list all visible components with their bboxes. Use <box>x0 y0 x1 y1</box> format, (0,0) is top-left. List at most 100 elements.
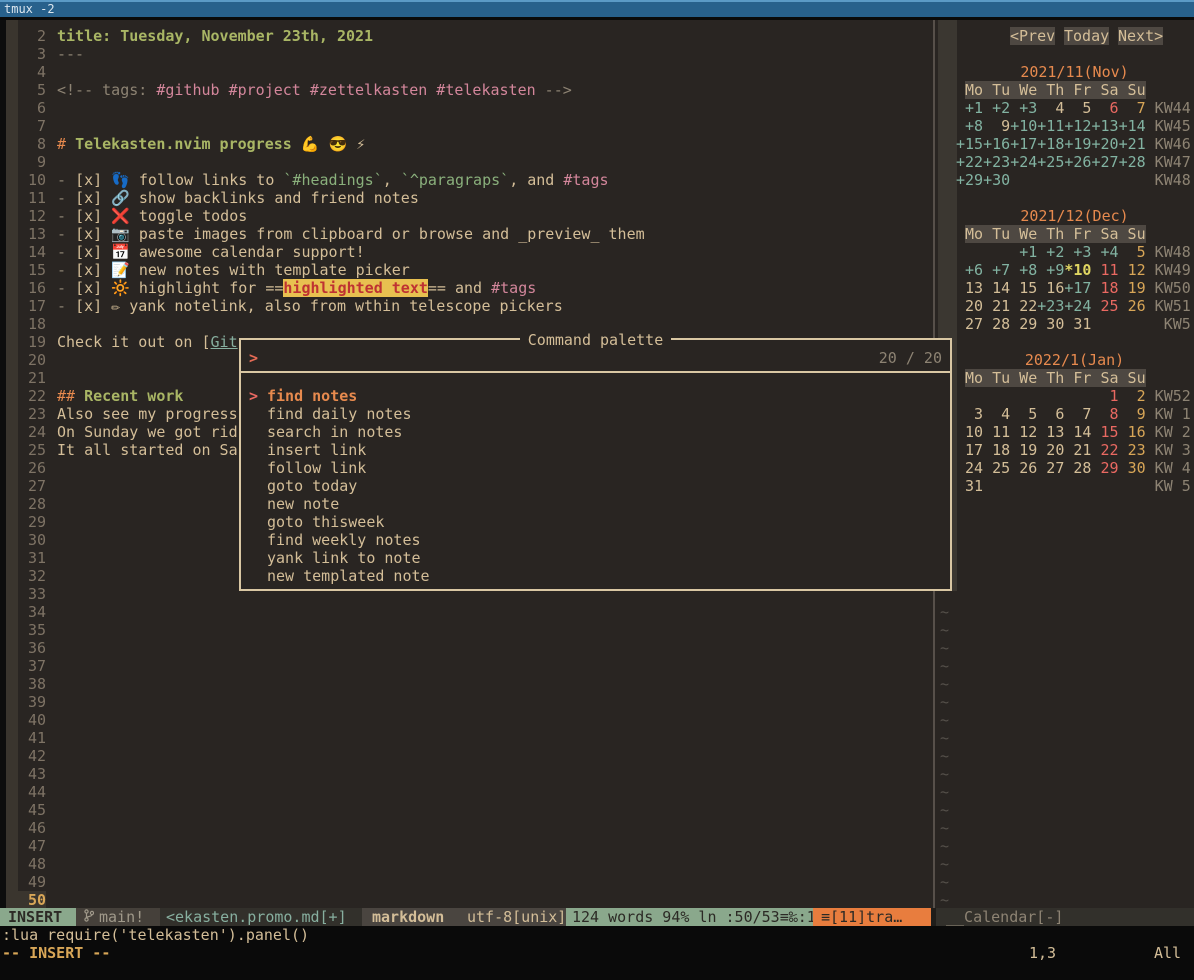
calendar-day[interactable]: 11 <box>983 423 1010 441</box>
calendar-day[interactable]: +8 <box>1010 261 1037 279</box>
calendar-day[interactable]: 18 <box>983 441 1010 459</box>
palette-item[interactable]: follow link <box>241 459 950 477</box>
calendar-day[interactable]: +3 <box>1064 243 1091 261</box>
calendar-day[interactable]: +20 <box>1091 135 1118 153</box>
calendar-day[interactable]: +1 <box>956 99 983 117</box>
calendar-day[interactable]: +1 <box>1010 243 1037 261</box>
palette-item[interactable]: >find notes <box>241 387 950 405</box>
calendar-day[interactable]: +10 <box>1010 117 1037 135</box>
calendar-day[interactable]: +6 <box>956 261 983 279</box>
palette-item[interactable]: goto today <box>241 477 950 495</box>
calendar-day[interactable]: 2 <box>1119 387 1146 405</box>
calendar-day[interactable] <box>1037 477 1064 495</box>
palette-item[interactable]: search in notes <box>241 423 950 441</box>
calendar-day[interactable]: 22 <box>1091 441 1118 459</box>
calendar-day[interactable]: +22 <box>956 153 983 171</box>
calendar-day[interactable]: 25 <box>983 459 1010 477</box>
calendar-day[interactable]: 15 <box>1010 279 1037 297</box>
calendar-day[interactable]: +23 <box>1037 297 1064 315</box>
calendar-day[interactable]: +4 <box>1091 243 1118 261</box>
calendar-day[interactable]: +30 <box>983 171 1010 189</box>
calendar-day[interactable]: +16 <box>983 135 1010 153</box>
calendar-day[interactable] <box>1119 171 1146 189</box>
calendar-day[interactable]: 20 <box>956 297 983 315</box>
calendar-day[interactable]: +23 <box>983 153 1010 171</box>
palette-item[interactable]: find weekly notes <box>241 531 950 549</box>
calendar-day[interactable]: 6 <box>1091 99 1118 117</box>
calendar-day[interactable]: 1 <box>1091 387 1118 405</box>
calendar-day[interactable]: 15 <box>1091 423 1118 441</box>
calendar-day[interactable]: +11 <box>1037 117 1064 135</box>
palette-item[interactable]: new templated note <box>241 567 950 585</box>
calendar-day[interactable] <box>983 387 1010 405</box>
calendar-day[interactable]: 9 <box>1119 405 1146 423</box>
calendar-day[interactable]: +25 <box>1037 153 1064 171</box>
calendar-day[interactable]: 12 <box>1010 423 1037 441</box>
palette-item[interactable]: insert link <box>241 441 950 459</box>
calendar-day[interactable]: 24 <box>956 459 983 477</box>
calendar-day[interactable]: 11 <box>1091 261 1118 279</box>
calendar-day[interactable] <box>1010 171 1037 189</box>
editor-line[interactable]: 11- [x] 🔗 show backlinks and friend note… <box>0 189 1194 207</box>
calendar-day[interactable]: 17 <box>956 441 983 459</box>
calendar-day[interactable]: 6 <box>1037 405 1064 423</box>
calendar-day[interactable]: 8 <box>1091 405 1118 423</box>
calendar-day[interactable]: 19 <box>1119 279 1146 297</box>
calendar-day[interactable]: 7 <box>1119 99 1146 117</box>
calendar-day[interactable]: +7 <box>983 261 1010 279</box>
calendar-day[interactable]: *10 <box>1064 261 1091 279</box>
calendar-day[interactable]: +28 <box>1119 153 1146 171</box>
calendar-day[interactable]: 29 <box>1010 315 1037 333</box>
calendar-day[interactable]: 22 <box>1010 297 1037 315</box>
calendar-day[interactable]: 31 <box>956 477 983 495</box>
calendar-day[interactable]: 16 <box>1037 279 1064 297</box>
editor-line[interactable]: 3--- <box>0 45 1194 63</box>
calendar-day[interactable]: +27 <box>1091 153 1118 171</box>
calendar-day[interactable]: 4 <box>1037 99 1064 117</box>
calendar-day[interactable]: 12 <box>1119 261 1146 279</box>
calendar-day[interactable]: 19 <box>1010 441 1037 459</box>
palette-item[interactable]: find daily notes <box>241 405 950 423</box>
calendar-day[interactable]: 20 <box>1037 441 1064 459</box>
calendar-day[interactable] <box>1119 477 1146 495</box>
calendar-day[interactable] <box>1091 315 1118 333</box>
calendar-day[interactable]: +2 <box>1037 243 1064 261</box>
calendar-day[interactable]: 28 <box>1064 459 1091 477</box>
calendar-day[interactable]: 30 <box>1037 315 1064 333</box>
calendar-day[interactable] <box>1010 477 1037 495</box>
calendar-day[interactable]: 30 <box>1119 459 1146 477</box>
calendar-day[interactable]: +21 <box>1119 135 1146 153</box>
calendar-day[interactable]: +2 <box>983 99 1010 117</box>
command-line[interactable]: :lua require('telekasten').panel() <box>2 926 309 944</box>
calendar-day[interactable]: +26 <box>1064 153 1091 171</box>
calendar-day[interactable]: 7 <box>1064 405 1091 423</box>
calendar-day[interactable]: +17 <box>1010 135 1037 153</box>
calendar-day[interactable]: 14 <box>1064 423 1091 441</box>
buffer-tab-segment[interactable]: ≡ [11]tra… <box>813 908 931 926</box>
calendar-day[interactable] <box>1064 477 1091 495</box>
calendar-day[interactable] <box>1091 171 1118 189</box>
calendar-day[interactable]: +29 <box>956 171 983 189</box>
calendar-day[interactable]: 29 <box>1091 459 1118 477</box>
calendar-day[interactable]: +12 <box>1064 117 1091 135</box>
calendar-day[interactable]: +3 <box>1010 99 1037 117</box>
calendar-day[interactable] <box>983 477 1010 495</box>
calendar-day[interactable] <box>1037 171 1064 189</box>
calendar-day[interactable]: 18 <box>1091 279 1118 297</box>
calendar-day[interactable]: 9 <box>983 117 1010 135</box>
calendar-day[interactable]: 27 <box>956 315 983 333</box>
calendar-day[interactable]: +24 <box>1010 153 1037 171</box>
calendar-nav-today-button[interactable]: Today <box>1064 27 1109 45</box>
calendar-day[interactable]: +14 <box>1119 117 1146 135</box>
calendar-day[interactable] <box>1037 387 1064 405</box>
calendar-nav-next-button[interactable]: Next> <box>1118 27 1163 45</box>
calendar-day[interactable] <box>956 243 983 261</box>
calendar-day[interactable]: +18 <box>1037 135 1064 153</box>
calendar-day[interactable]: 14 <box>983 279 1010 297</box>
calendar-day[interactable]: +8 <box>956 117 983 135</box>
palette-item[interactable]: new note <box>241 495 950 513</box>
calendar-day[interactable]: +17 <box>1064 279 1091 297</box>
calendar-day[interactable]: 5 <box>1064 99 1091 117</box>
calendar-day[interactable]: 26 <box>1010 459 1037 477</box>
calendar-day[interactable]: 13 <box>956 279 983 297</box>
